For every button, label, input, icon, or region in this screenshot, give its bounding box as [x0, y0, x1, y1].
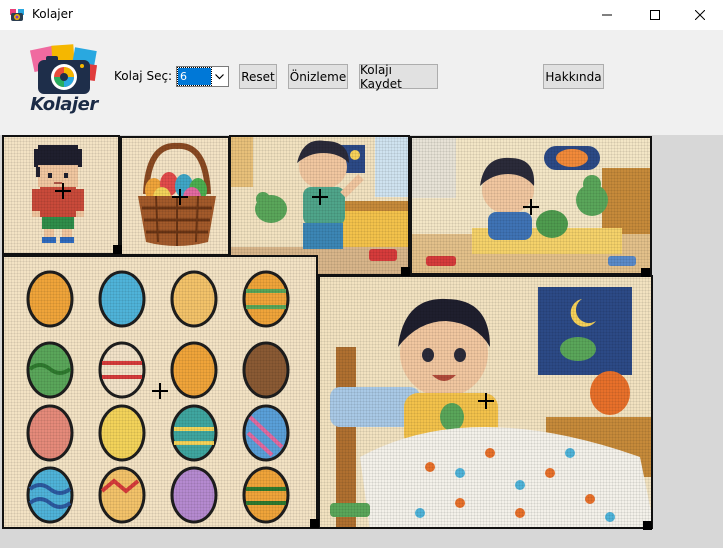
maximize-button[interactable]: [632, 0, 678, 30]
move-crosshair-icon[interactable]: [152, 383, 168, 399]
toolbar: Kolajer Kolaj Seç: 6 Reset Önizleme Kola…: [0, 30, 723, 135]
app-icon: [10, 9, 24, 21]
app-window: Kolajer Kolajer Kolaj Seç: 6 Reset Önizl…: [0, 0, 723, 548]
tile-resize-handle[interactable]: [641, 268, 650, 277]
tile-resize-handle[interactable]: [113, 245, 122, 254]
minimize-button[interactable]: [584, 0, 630, 30]
window-title: Kolajer: [32, 7, 73, 21]
close-button[interactable]: [677, 0, 723, 30]
tile-resize-handle[interactable]: [643, 521, 652, 530]
layout-select-value: 6: [177, 67, 212, 86]
move-crosshair-icon[interactable]: [172, 189, 188, 205]
camera-logo-icon: [29, 44, 98, 94]
chevron-down-icon[interactable]: [211, 68, 227, 85]
tile-resize-handle[interactable]: [401, 267, 410, 276]
minimize-icon: [602, 14, 612, 16]
maximize-icon: [650, 10, 660, 20]
collage-canvas[interactable]: [0, 135, 723, 548]
close-icon: [695, 10, 705, 20]
move-crosshair-icon[interactable]: [478, 393, 494, 409]
move-crosshair-icon[interactable]: [523, 199, 539, 215]
preview-button[interactable]: Önizleme: [288, 64, 348, 89]
logo-text: Kolajer: [30, 94, 98, 115]
title-bar: Kolajer: [0, 0, 723, 30]
save-collage-button[interactable]: Kolajı Kaydet: [359, 63, 438, 91]
move-crosshair-icon[interactable]: [312, 189, 328, 205]
app-logo: Kolajer: [26, 44, 102, 120]
layout-label: Kolaj Seç:: [114, 69, 173, 83]
about-button[interactable]: Hakkında: [543, 64, 604, 89]
move-crosshair-icon[interactable]: [55, 183, 71, 199]
tile-resize-handle[interactable]: [310, 519, 319, 528]
layout-select[interactable]: 6: [176, 66, 229, 87]
reset-button[interactable]: Reset: [239, 64, 277, 89]
